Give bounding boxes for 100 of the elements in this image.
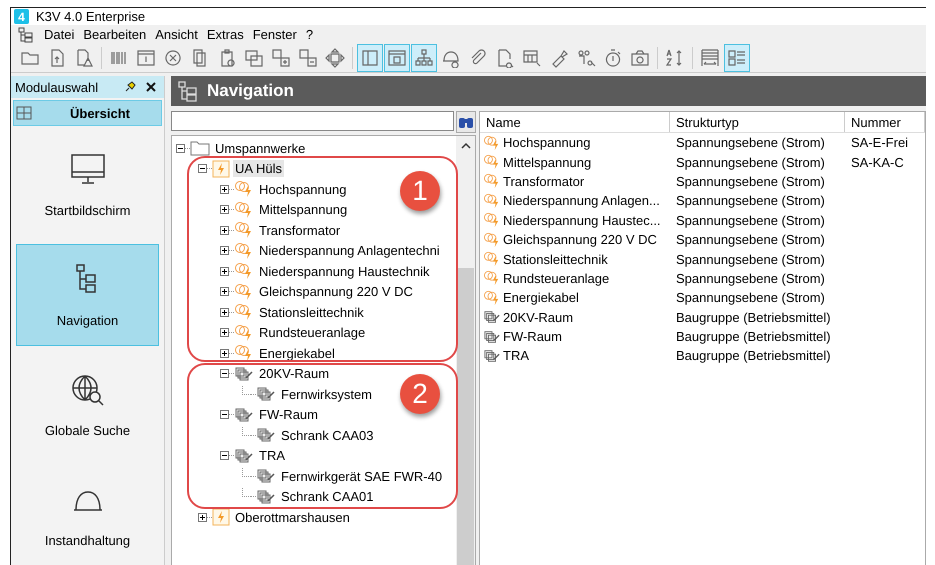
scroll-thumb[interactable] bbox=[457, 268, 474, 565]
panel-layout-icon[interactable] bbox=[357, 44, 383, 72]
voltage-icon bbox=[234, 303, 254, 322]
module-item[interactable]: Instandhaltung bbox=[16, 464, 159, 565]
table-cell: Spannungsebene (Strom) bbox=[676, 154, 825, 170]
voltage-icon bbox=[234, 324, 254, 342]
voltage-icon bbox=[483, 173, 501, 190]
search-field[interactable] bbox=[171, 111, 454, 131]
module-label: Navigation bbox=[56, 312, 118, 328]
menu-item[interactable]: Extras bbox=[206, 27, 244, 42]
module-label: Instandhaltung bbox=[44, 532, 130, 548]
table-cell: 20KV-Raum bbox=[503, 310, 574, 325]
column-header[interactable]: Strukturtyp bbox=[670, 112, 845, 132]
tree-item[interactable]: Transformator bbox=[257, 222, 342, 239]
collapse-icon[interactable] bbox=[220, 451, 229, 460]
module-item[interactable]: Startbildschirm bbox=[16, 134, 159, 236]
scroll-up-icon[interactable] bbox=[460, 142, 470, 150]
assembly-icon bbox=[483, 328, 501, 345]
table-cell: Spannungsebene (Strom) bbox=[676, 252, 825, 267]
table-cell: TRA bbox=[503, 348, 529, 364]
assembly-icon bbox=[234, 406, 254, 424]
expand-icon[interactable] bbox=[220, 226, 229, 235]
table-cell: Spannungsebene (Strom) bbox=[676, 174, 825, 189]
tree-item[interactable]: Stationsleittechnik bbox=[257, 304, 366, 321]
menu-item[interactable]: ? bbox=[306, 27, 314, 42]
tree-item[interactable]: Fernwirkgerät SAE FWR-40 bbox=[279, 468, 444, 485]
voltage-icon bbox=[483, 192, 501, 209]
binoculars-icon[interactable] bbox=[456, 111, 476, 133]
column-header[interactable]: Name bbox=[480, 112, 670, 132]
tree-item[interactable]: Gleichspannung 220 V DC bbox=[257, 283, 415, 300]
expand-icon[interactable] bbox=[220, 348, 229, 358]
tree-item[interactable]: Fernwirksystem bbox=[279, 386, 374, 403]
table-cell: Spannungsebene (Strom) bbox=[676, 135, 825, 150]
lightning-icon bbox=[212, 508, 230, 526]
column-header[interactable]: Nummer bbox=[845, 112, 925, 132]
assembly-icon bbox=[483, 348, 501, 364]
pin-icon[interactable] bbox=[124, 81, 136, 93]
expand-icon[interactable] bbox=[220, 266, 229, 276]
module-label: Startbildschirm bbox=[44, 202, 130, 218]
tree-item[interactable]: Schrank CAA01 bbox=[279, 488, 376, 506]
info-window-icon[interactable] bbox=[384, 44, 410, 72]
tree-item[interactable]: Niederspannung Haustechnik bbox=[257, 262, 432, 280]
tree-item[interactable]: Schrank CAA03 bbox=[279, 426, 376, 444]
expand-icon[interactable] bbox=[198, 512, 207, 522]
assembly-icon bbox=[256, 426, 276, 444]
tree-item[interactable]: Niederspannung Anlagentechni bbox=[257, 242, 442, 260]
overview-tab[interactable]: Übersicht bbox=[13, 100, 162, 126]
expand-icon[interactable] bbox=[220, 287, 229, 296]
lightning-icon bbox=[212, 160, 230, 178]
tab-label: Übersicht bbox=[70, 106, 130, 120]
expand-icon[interactable] bbox=[220, 308, 229, 317]
menu-item[interactable]: Datei bbox=[44, 27, 74, 42]
grid-icon bbox=[16, 106, 32, 120]
tree-item[interactable]: UA Hüls bbox=[233, 160, 284, 178]
collapse-icon[interactable] bbox=[220, 369, 229, 378]
table-cell: Spannungsebene (Strom) bbox=[676, 193, 825, 208]
voltage-icon bbox=[483, 270, 501, 286]
tree-item[interactable]: TRA bbox=[257, 447, 287, 464]
menu-item[interactable]: Bearbeiten bbox=[83, 27, 146, 42]
expand-icon[interactable] bbox=[220, 184, 229, 194]
tree-item[interactable]: Energiekabel bbox=[257, 344, 337, 362]
tree-item[interactable]: Oberottmarshausen bbox=[233, 508, 352, 526]
table-cell: SA-KA-C bbox=[851, 154, 904, 170]
voltage-icon bbox=[234, 200, 254, 219]
expand-icon[interactable] bbox=[220, 205, 229, 214]
tree-item[interactable]: FW-Raum bbox=[257, 406, 320, 424]
collapse-icon[interactable] bbox=[220, 410, 229, 420]
expand-icon[interactable] bbox=[220, 328, 229, 338]
close-icon[interactable] bbox=[146, 82, 156, 92]
expand-icon[interactable] bbox=[220, 246, 229, 256]
tree-item[interactable]: Mittelspannung bbox=[257, 201, 350, 218]
table-cell: FW-Raum bbox=[503, 329, 562, 344]
table-cell: Spannungsebene (Strom) bbox=[676, 270, 825, 286]
table-cell: Rundsteueranlage bbox=[503, 270, 610, 286]
tree-item[interactable]: 20KV-Raum bbox=[257, 365, 332, 382]
list-view-icon[interactable] bbox=[724, 44, 750, 72]
module-item[interactable]: Globale Suche bbox=[16, 354, 159, 456]
voltage-icon bbox=[234, 262, 254, 280]
hierarchy-icon[interactable] bbox=[411, 44, 437, 72]
table-cell: SA-E-Frei bbox=[851, 135, 908, 150]
scrollbar[interactable] bbox=[456, 136, 475, 565]
assembly-icon bbox=[234, 446, 254, 465]
voltage-icon bbox=[483, 251, 501, 268]
menu-item[interactable]: Ansicht bbox=[155, 27, 198, 42]
table-cell: Gleichspannung 220 V DC bbox=[503, 232, 657, 248]
tree-item[interactable]: Hochspannung bbox=[257, 180, 348, 198]
tree-item[interactable]: Rundsteueranlage bbox=[257, 324, 368, 342]
collapse-icon[interactable] bbox=[176, 144, 185, 153]
table-cell: Stationsleittechnik bbox=[503, 252, 608, 267]
tree-icon bbox=[17, 26, 35, 44]
module-item[interactable]: Navigation bbox=[16, 244, 159, 346]
voltage-icon bbox=[234, 180, 254, 198]
window-title: K3V 4.0 Enterprise bbox=[36, 9, 146, 24]
assembly-icon bbox=[256, 488, 276, 506]
tree-item[interactable]: Umspannwerke bbox=[213, 140, 308, 157]
menu-item[interactable]: Fenster bbox=[252, 27, 297, 42]
assembly-icon bbox=[256, 467, 276, 486]
collapse-icon[interactable] bbox=[198, 164, 207, 174]
table-cell: Spannungsebene (Strom) bbox=[676, 212, 825, 228]
assembly-icon bbox=[234, 364, 254, 383]
